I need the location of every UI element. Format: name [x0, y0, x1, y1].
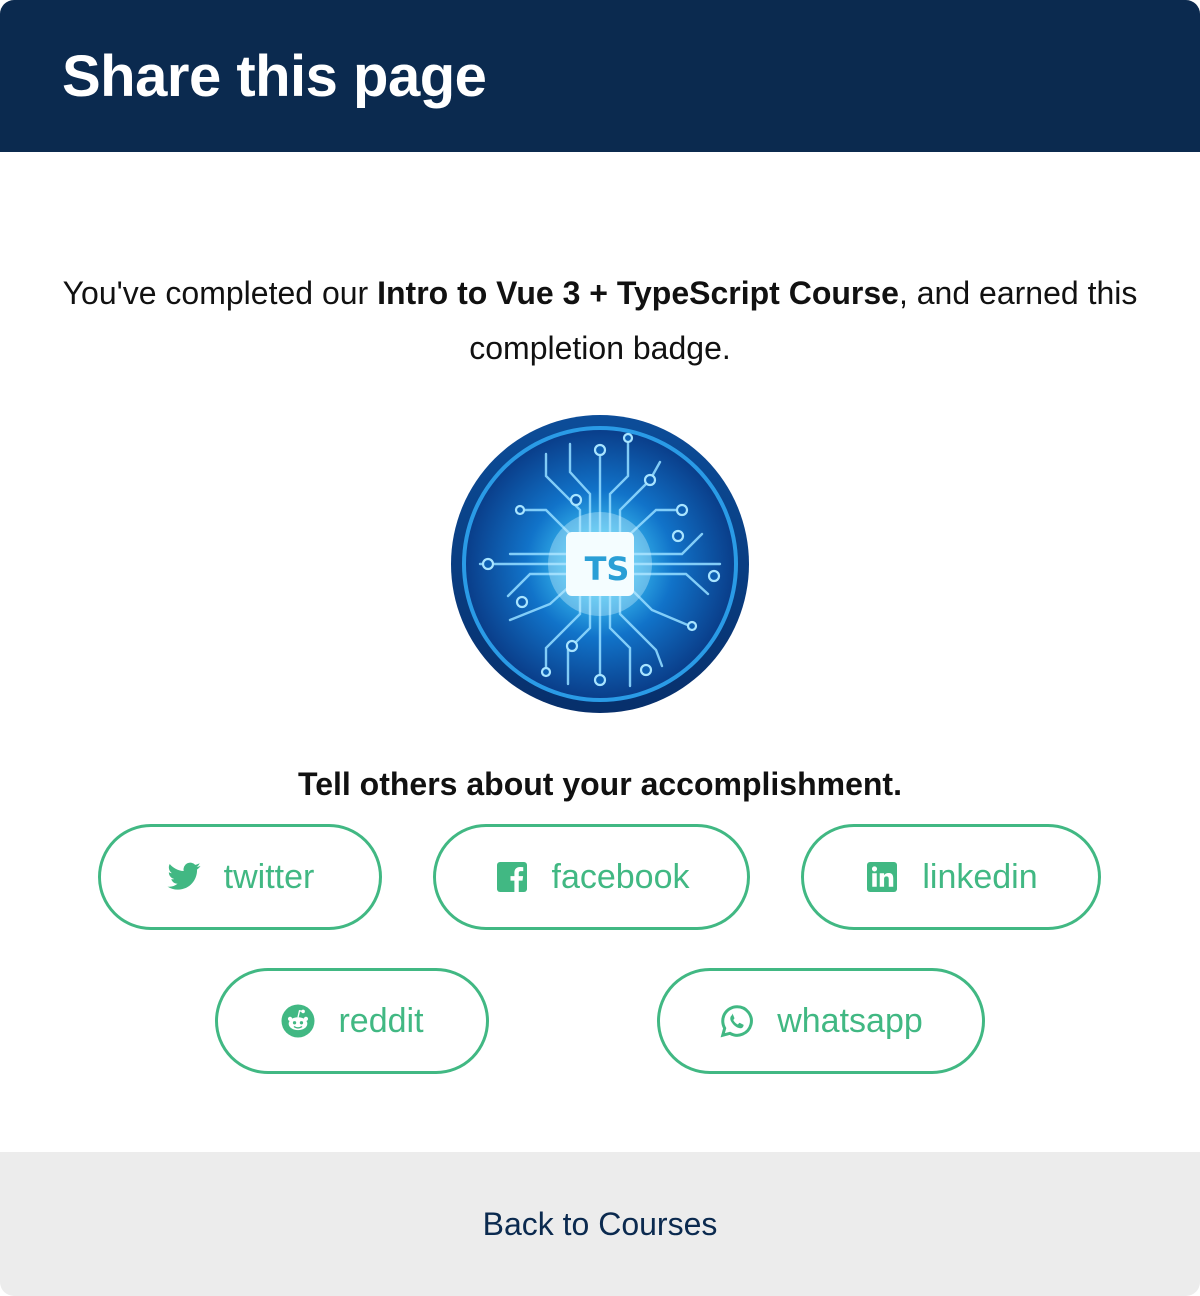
badge-label: TS	[585, 550, 630, 588]
completion-message: You've completed our Intro to Vue 3 + Ty…	[60, 266, 1140, 376]
modal-body: You've completed our Intro to Vue 3 + Ty…	[0, 152, 1200, 803]
share-twitter-label: twitter	[223, 857, 315, 896]
modal-footer: Back to Courses	[0, 1152, 1200, 1296]
share-reddit-label: reddit	[338, 1001, 424, 1040]
completion-badge: TS	[0, 414, 1200, 714]
course-name: Intro to Vue 3 + TypeScript Course	[377, 275, 899, 311]
back-to-courses-link[interactable]: Back to Courses	[483, 1206, 718, 1243]
modal-title: Share this page	[62, 43, 487, 109]
share-modal: Share this page You've completed our Int…	[0, 0, 1200, 1296]
share-reddit-button[interactable]: reddit	[215, 968, 489, 1074]
share-linkedin-button[interactable]: linkedin	[801, 824, 1101, 930]
share-whatsapp-label: whatsapp	[777, 1001, 923, 1040]
completion-message-prefix: You've completed our	[62, 275, 378, 311]
share-twitter-button[interactable]: twitter	[98, 824, 382, 930]
share-prompt: Tell others about your accomplishment.	[298, 766, 902, 802]
typescript-circuit-badge-icon: TS	[451, 415, 749, 713]
reddit-icon	[280, 1003, 316, 1039]
share-linkedin-label: linkedin	[922, 857, 1038, 896]
modal-header: Share this page	[0, 0, 1200, 152]
twitter-icon	[166, 859, 202, 895]
whatsapp-icon	[719, 1003, 755, 1039]
share-facebook-label: facebook	[551, 857, 690, 896]
share-facebook-button[interactable]: facebook	[433, 824, 750, 930]
share-whatsapp-button[interactable]: whatsapp	[657, 968, 985, 1074]
facebook-icon	[494, 859, 530, 895]
linkedin-icon	[864, 859, 900, 895]
